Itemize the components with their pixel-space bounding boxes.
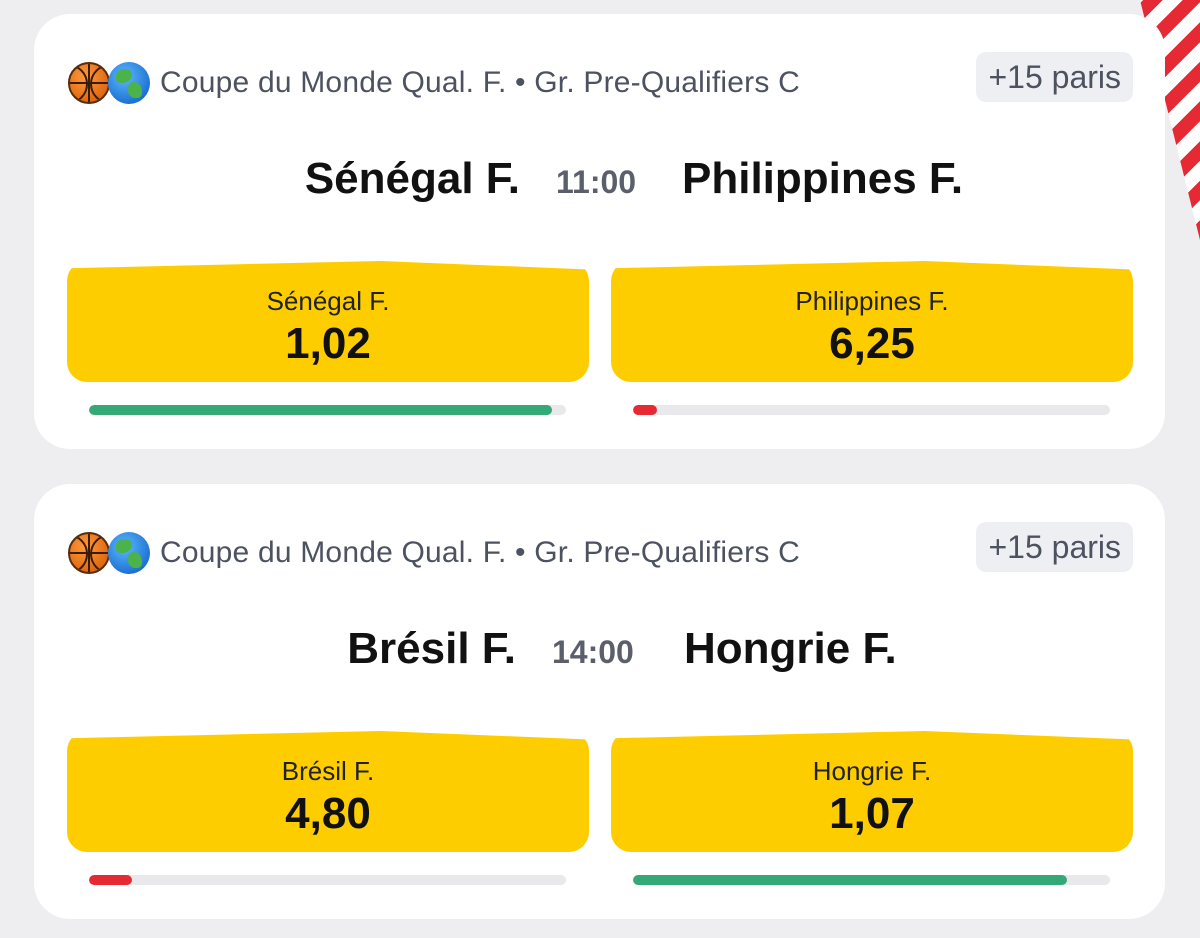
away-team-name: Philippines F. bbox=[682, 154, 964, 203]
match-header: Coupe du Monde Qual. F. • Gr. Pre-Qualif… bbox=[68, 52, 1133, 114]
odd-button-away[interactable]: Hongrie F. 1,07 bbox=[611, 731, 1133, 852]
odd-label: Hongrie F. bbox=[812, 756, 932, 786]
globe-icon bbox=[108, 532, 150, 574]
league-name: Coupe du Monde Qual. F. • Gr. Pre-Qualif… bbox=[160, 66, 800, 99]
probability-bar-home bbox=[89, 875, 566, 885]
odd-value: 4,80 bbox=[285, 789, 371, 838]
probability-bars bbox=[89, 405, 1111, 415]
more-bets-button[interactable]: +15 paris bbox=[976, 52, 1133, 102]
more-bets-button[interactable]: +15 paris bbox=[976, 522, 1133, 572]
sport-icons bbox=[68, 62, 160, 104]
odd-value: 1,07 bbox=[829, 789, 915, 838]
odd-value: 1,02 bbox=[285, 319, 371, 368]
globe-icon bbox=[108, 62, 150, 104]
teams-row: Sénégal F. 11:00 Philippines F. bbox=[34, 154, 1165, 210]
probability-fill-home bbox=[89, 405, 552, 415]
probability-fill-home bbox=[89, 875, 132, 885]
home-team-name: Sénégal F. bbox=[304, 154, 520, 203]
page: Coupe du Monde Qual. F. • Gr. Pre-Qualif… bbox=[0, 0, 1200, 938]
probability-bars bbox=[89, 875, 1111, 885]
league-name: Coupe du Monde Qual. F. • Gr. Pre-Qualif… bbox=[160, 536, 800, 569]
odd-label: Brésil F. bbox=[281, 756, 375, 786]
probability-fill-away bbox=[633, 875, 1068, 885]
match-time: 11:00 bbox=[556, 164, 637, 200]
home-team-name: Brésil F. bbox=[347, 624, 516, 673]
probability-bar-home bbox=[89, 405, 566, 415]
match-header: Coupe du Monde Qual. F. • Gr. Pre-Qualif… bbox=[68, 522, 1133, 584]
sport-icons bbox=[68, 532, 160, 574]
probability-bar-away bbox=[633, 405, 1110, 415]
odds-row: Brésil F. 4,80 Hongrie F. 1,07 bbox=[67, 731, 1133, 852]
odd-label: Sénégal F. bbox=[266, 286, 390, 316]
basketball-icon bbox=[68, 62, 110, 104]
match-card[interactable]: Coupe du Monde Qual. F. • Gr. Pre-Qualif… bbox=[34, 484, 1165, 919]
odd-button-home[interactable]: Sénégal F. 1,02 bbox=[67, 261, 589, 382]
probability-fill-away bbox=[633, 405, 657, 415]
odds-row: Sénégal F. 1,02 Philippines F. 6,25 bbox=[67, 261, 1133, 382]
odd-button-away[interactable]: Philippines F. 6,25 bbox=[611, 261, 1133, 382]
basketball-icon bbox=[68, 532, 110, 574]
match-time: 14:00 bbox=[552, 634, 634, 670]
match-list: Coupe du Monde Qual. F. • Gr. Pre-Qualif… bbox=[34, 14, 1165, 938]
odd-label: Philippines F. bbox=[795, 286, 949, 316]
probability-bar-away bbox=[633, 875, 1110, 885]
away-team-name: Hongrie F. bbox=[684, 624, 897, 673]
teams-row: Brésil F. 14:00 Hongrie F. bbox=[34, 624, 1165, 680]
match-card[interactable]: Coupe du Monde Qual. F. • Gr. Pre-Qualif… bbox=[34, 14, 1165, 449]
odd-button-home[interactable]: Brésil F. 4,80 bbox=[67, 731, 589, 852]
odd-value: 6,25 bbox=[829, 319, 915, 368]
